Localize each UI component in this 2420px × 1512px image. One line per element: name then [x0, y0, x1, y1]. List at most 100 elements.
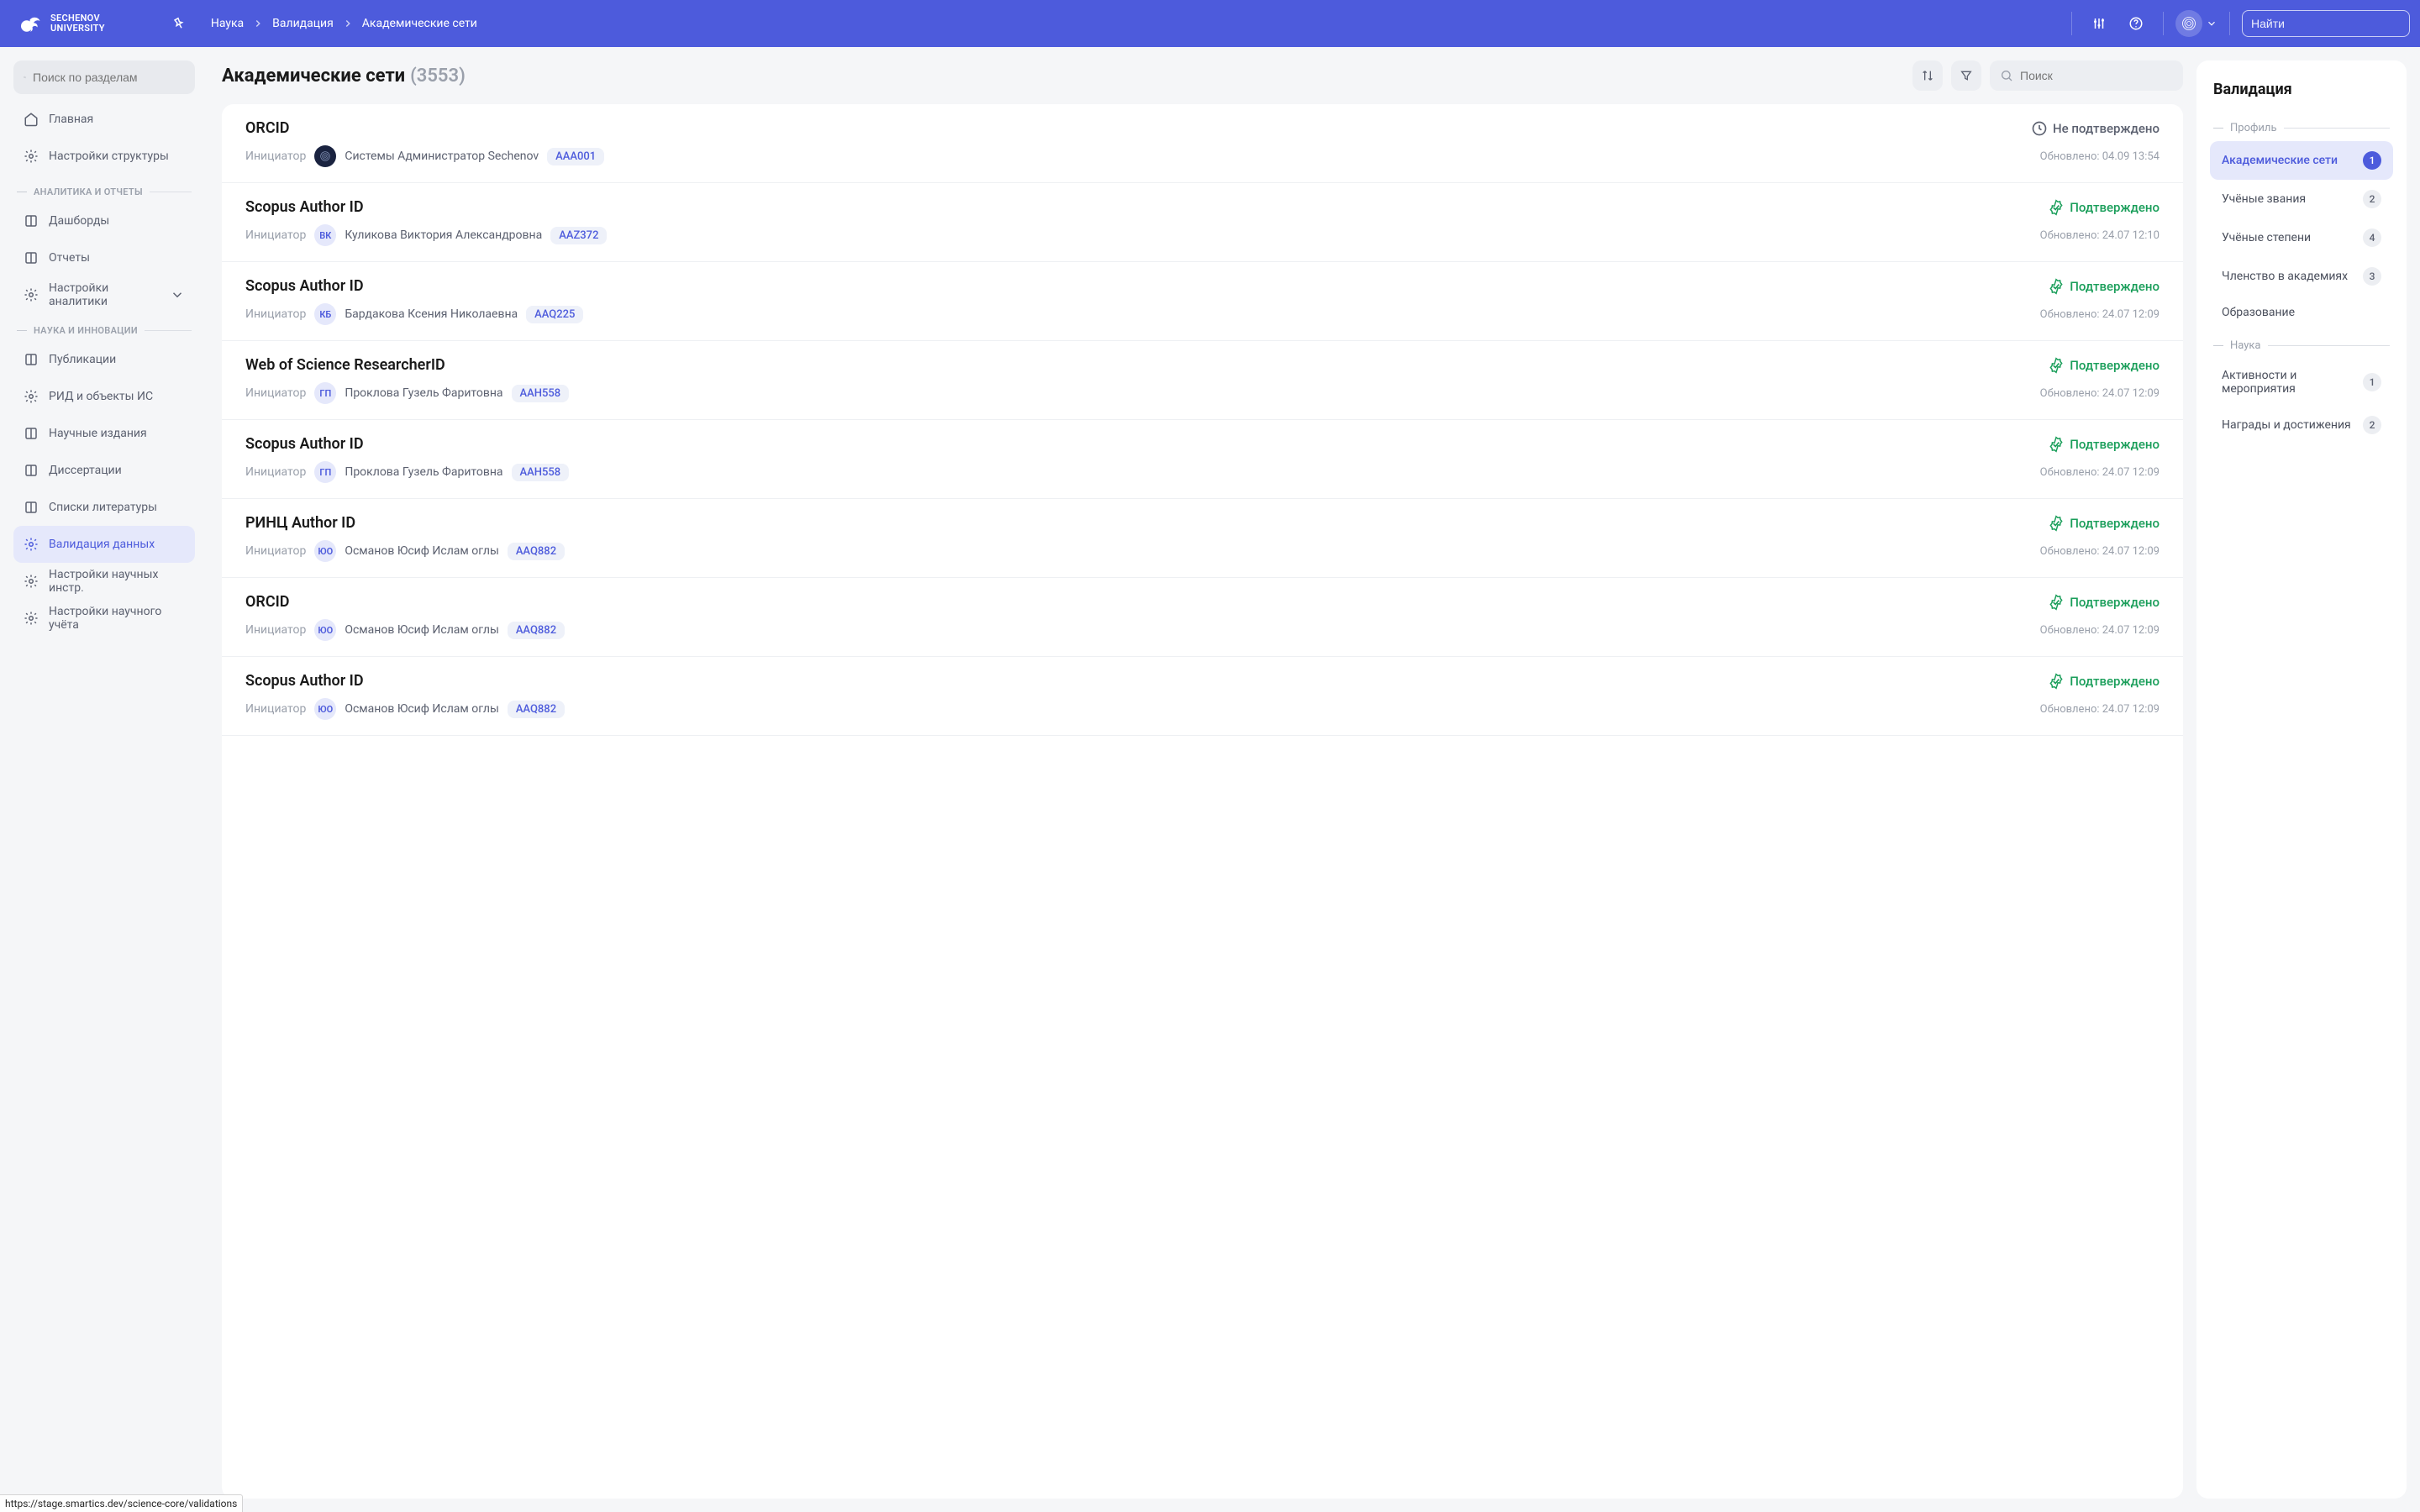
sidebar-item-label: Валидация данных — [49, 538, 155, 551]
initiator-label: Инициатор — [245, 228, 306, 242]
count-pill: 2 — [2363, 416, 2381, 434]
profile-menu[interactable] — [2175, 10, 2217, 37]
list-row[interactable]: Web of Science ResearcherID Подтверждено… — [222, 341, 2183, 420]
updated-label: Обновлено: 24.07 12:09 — [2040, 387, 2160, 400]
settings-sliders-button[interactable] — [2084, 8, 2114, 39]
rp-item[interactable]: Учёные звания2 — [2210, 180, 2393, 218]
search-icon — [2000, 69, 2013, 82]
count-pill: 2 — [2363, 190, 2381, 208]
avatar: ЮО — [314, 540, 336, 562]
status-badge: Подтверждено — [2048, 199, 2160, 216]
initiator-label: Инициатор — [245, 623, 306, 637]
sidebar-section-analytics: АНАЛИТИКА И ОТЧЕТЫ — [13, 175, 195, 202]
list-row[interactable]: РИНЦ Author ID Подтверждено Инициатор ЮО… — [222, 499, 2183, 578]
rp-item[interactable]: Активности и мероприятия1 — [2210, 359, 2393, 406]
sidebar-item[interactable]: Научные издания — [13, 415, 195, 452]
breadcrumb-item[interactable]: Академические сети — [362, 17, 477, 30]
global-search[interactable] — [2242, 10, 2410, 37]
home-icon — [24, 112, 39, 127]
divider — [2229, 12, 2230, 35]
sidebar-item[interactable]: Валидация данных — [13, 526, 195, 563]
row-title: ORCID — [245, 119, 290, 137]
sidebar-item[interactable]: Диссертации — [13, 452, 195, 489]
rp-item-label: Образование — [2222, 306, 2295, 319]
avatar: ВК — [314, 224, 336, 246]
award-icon — [24, 389, 39, 404]
rp-item[interactable]: Награды и достижения 2 — [2210, 406, 2393, 444]
chevron-down-icon — [170, 287, 185, 302]
sidebar-search[interactable] — [13, 60, 195, 94]
rp-item-label: Учёные степени — [2222, 231, 2311, 244]
sidebar-item-label: Настройки структуры — [49, 150, 169, 163]
global-search-input[interactable] — [2251, 17, 2403, 30]
pin-button[interactable] — [164, 8, 194, 39]
count-pill: 1 — [2363, 373, 2381, 391]
sidebar-item[interactable]: Дашборды — [13, 202, 195, 239]
initiator-label: Инициатор — [245, 386, 306, 400]
sidebar-item[interactable]: Отчеты — [13, 239, 195, 276]
initiator-name: Проклова Гузель Фаритовна — [345, 386, 502, 400]
row-title: РИНЦ Author ID — [245, 514, 355, 532]
updated-label: Обновлено: 24.07 12:09 — [2040, 703, 2160, 716]
code-badge: AAH558 — [512, 385, 570, 402]
list-row[interactable]: ORCID Подтверждено Инициатор ЮО Османов … — [222, 578, 2183, 657]
status-badge: Подтверждено — [2048, 515, 2160, 532]
list-row[interactable]: Scopus Author ID Подтверждено Инициатор … — [222, 183, 2183, 262]
sidebar-item[interactable]: Настройки аналитики — [13, 276, 195, 313]
sidebar-item[interactable]: Настройки структуры — [13, 138, 195, 175]
gear-icon — [24, 537, 39, 552]
logo[interactable]: SECHENOVUNIVERSITY — [10, 11, 113, 36]
sidebar-item-label: Настройки научного учёта — [49, 605, 185, 632]
help-icon — [2128, 16, 2144, 31]
list-row[interactable]: Scopus Author ID Подтверждено Инициатор … — [222, 262, 2183, 341]
avatar — [314, 145, 336, 167]
code-badge: AAQ882 — [508, 701, 565, 718]
updated-label: Обновлено: 04.09 13:54 — [2040, 150, 2160, 163]
rp-section-science: Наука — [2210, 329, 2393, 359]
rp-item[interactable]: Академические сети1 — [2210, 141, 2393, 180]
sort-button[interactable] — [1912, 60, 1943, 91]
chevron-right-icon — [342, 18, 354, 29]
rp-item[interactable]: Образование — [2210, 296, 2393, 329]
breadcrumb-item[interactable]: Наука — [211, 17, 244, 30]
initiator-name: Бардакова Ксения Николаевна — [345, 307, 518, 321]
gear-icon — [24, 611, 39, 626]
initiator-name: Османов Юсиф Ислам оглы — [345, 702, 498, 716]
row-title: Scopus Author ID — [245, 435, 364, 453]
chevron-down-icon — [2206, 18, 2217, 29]
list-row[interactable]: Scopus Author ID Подтверждено Инициатор … — [222, 657, 2183, 736]
code-badge: AAZ372 — [550, 227, 607, 244]
sidebar-item[interactable]: РИД и объекты ИС — [13, 378, 195, 415]
filter-button[interactable] — [1951, 60, 1981, 91]
sidebar-item-label: Настройки научных инстр. — [49, 568, 185, 595]
list-search-input[interactable] — [2020, 69, 2173, 82]
status-badge: Не подтверждено — [2031, 120, 2160, 137]
sidebar-item[interactable]: Списки литературы — [13, 489, 195, 526]
sidebar-search-input[interactable] — [33, 71, 185, 84]
count-pill: 3 — [2363, 267, 2381, 286]
sidebar-item[interactable]: Публикации — [13, 341, 195, 378]
validation-list: ORCID Не подтверждено Инициатор Системы … — [222, 104, 2183, 1499]
breadcrumb-item[interactable]: Валидация — [272, 17, 334, 30]
updated-label: Обновлено: 24.07 12:09 — [2040, 466, 2160, 479]
search-icon — [24, 71, 26, 84]
list-row[interactable]: ORCID Не подтверждено Инициатор Системы … — [222, 104, 2183, 183]
row-title: Scopus Author ID — [245, 672, 364, 690]
list-search[interactable] — [1990, 60, 2183, 91]
check-badge-icon — [2048, 278, 2065, 295]
rp-item[interactable]: Учёные степени4 — [2210, 218, 2393, 257]
updated-label: Обновлено: 24.07 12:09 — [2040, 308, 2160, 321]
help-button[interactable] — [2121, 8, 2151, 39]
rp-item-label: Награды и достижения — [2222, 418, 2351, 432]
rp-item[interactable]: Членство в академиях3 — [2210, 257, 2393, 296]
avatar: ГП — [314, 382, 336, 404]
sidebar-item[interactable]: Настройки научных инстр. — [13, 563, 195, 600]
list-row[interactable]: Scopus Author ID Подтверждено Инициатор … — [222, 420, 2183, 499]
code-badge: AAH558 — [512, 464, 570, 481]
sidebar-item-label: Научные издания — [49, 427, 147, 440]
check-badge-icon — [2048, 357, 2065, 374]
fingerprint-icon — [2181, 15, 2197, 32]
sidebar-item[interactable]: Настройки научного учёта — [13, 600, 195, 637]
sidebar-item[interactable]: Главная — [13, 101, 195, 138]
status-badge: Подтверждено — [2048, 594, 2160, 611]
